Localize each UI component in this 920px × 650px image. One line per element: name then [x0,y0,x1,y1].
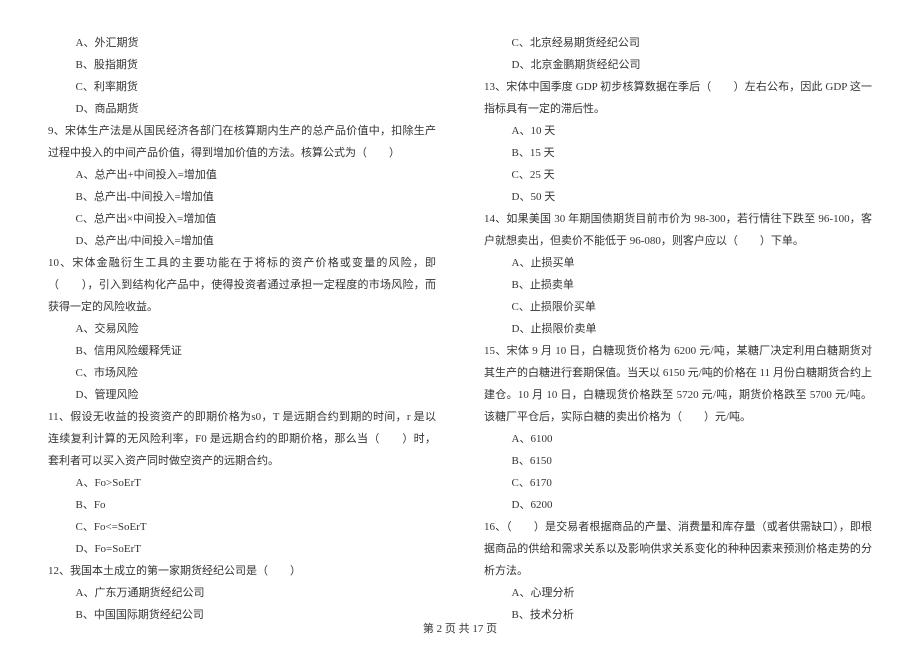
q8-option-d: D、商品期货 [48,98,436,120]
q9-option-a: A、总产出+中间投入=增加值 [48,164,436,186]
q14-option-d: D、止损限价卖单 [484,318,872,340]
q13-option-a: A、10 天 [484,120,872,142]
q15-option-c: C、6170 [484,472,872,494]
q13-option-c: C、25 天 [484,164,872,186]
q14-option-b: B、止损卖单 [484,274,872,296]
q10-option-d: D、管理风险 [48,384,436,406]
q12-option-c: C、北京经易期货经纪公司 [484,32,872,54]
q14-option-c: C、止损限价买单 [484,296,872,318]
q10-option-b: B、信用风险缓释凭证 [48,340,436,362]
q11-option-c: C、Fo<=SoErT [48,516,436,538]
q8-option-a: A、外汇期货 [48,32,436,54]
q8-option-c: C、利率期货 [48,76,436,98]
q9-option-b: B、总产出-中间投入=增加值 [48,186,436,208]
q16-stem: 16、（ ）是交易者根据商品的产量、消费量和库存量（或者供需缺口），即根据商品的… [484,516,872,582]
right-column: C、北京经易期货经纪公司 D、北京金鹏期货经纪公司 13、宋体中国季度 GDP … [484,32,872,626]
q9-option-c: C、总产出×中间投入=增加值 [48,208,436,230]
q12-option-a: A、广东万通期货经纪公司 [48,582,436,604]
q15-option-a: A、6100 [484,428,872,450]
q15-option-b: B、6150 [484,450,872,472]
page-body: A、外汇期货 B、股指期货 C、利率期货 D、商品期货 9、宋体生产法是从国民经… [0,0,920,626]
q10-stem: 10、宋体金融衍生工具的主要功能在于将标的资产价格或变量的风险，即（ ），引入到… [48,252,436,318]
q14-option-a: A、止损买单 [484,252,872,274]
q16-option-a: A、心理分析 [484,582,872,604]
q11-stem: 11、假设无收益的投资资产的即期价格为s0，T 是远期合约到期的时间，r 是以连… [48,406,436,472]
q14-stem: 14、如果美国 30 年期国债期货目前市价为 98-300，若行情往下跌至 96… [484,208,872,252]
q12-stem: 12、我国本土成立的第一家期货经纪公司是（ ） [48,560,436,582]
q13-stem: 13、宋体中国季度 GDP 初步核算数据在季后（ ）左右公布，因此 GDP 这一… [484,76,872,120]
q11-option-d: D、Fo=SoErT [48,538,436,560]
q10-option-a: A、交易风险 [48,318,436,340]
q9-option-d: D、总产出/中间投入=增加值 [48,230,436,252]
page-footer: 第 2 页 共 17 页 [0,620,920,636]
q10-option-c: C、市场风险 [48,362,436,384]
left-column: A、外汇期货 B、股指期货 C、利率期货 D、商品期货 9、宋体生产法是从国民经… [48,32,436,626]
q13-option-b: B、15 天 [484,142,872,164]
q11-option-a: A、Fo>SoErT [48,472,436,494]
q9-stem: 9、宋体生产法是从国民经济各部门在核算期内生产的总产品价值中，扣除生产过程中投入… [48,120,436,164]
q13-option-d: D、50 天 [484,186,872,208]
q15-option-d: D、6200 [484,494,872,516]
q8-option-b: B、股指期货 [48,54,436,76]
q15-stem: 15、宋体 9 月 10 日，白糖现货价格为 6200 元/吨，某糖厂决定利用白… [484,340,872,428]
q12-option-d: D、北京金鹏期货经纪公司 [484,54,872,76]
q11-option-b: B、Fo [48,494,436,516]
